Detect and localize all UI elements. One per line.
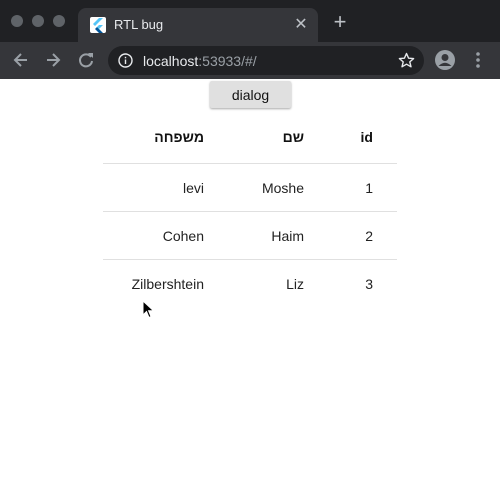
profile-avatar-icon[interactable] xyxy=(434,49,456,71)
column-header-name[interactable]: שם xyxy=(283,111,304,163)
address-bar[interactable]: localhost:53933/#/ xyxy=(108,46,424,75)
cell-name: Haim xyxy=(271,227,304,244)
forward-arrow-icon[interactable] xyxy=(42,49,64,71)
tab-close-icon[interactable]: ✕ xyxy=(292,16,310,34)
cell-name: Moshe xyxy=(261,179,304,196)
cell-name: Liz xyxy=(286,276,304,292)
browser-tab-active[interactable]: RTL bug ✕ xyxy=(78,8,318,42)
table-row[interactable]: 2 Haim Cohen xyxy=(103,212,397,260)
reload-icon[interactable] xyxy=(75,49,97,71)
browser-toolbar: localhost:53933/#/ xyxy=(0,42,500,79)
url-text[interactable]: localhost:53933/#/ xyxy=(143,53,257,69)
column-header-id[interactable]: id xyxy=(361,111,373,163)
cell-family: Cohen xyxy=(162,227,204,244)
table-header-row: id שם משפחה xyxy=(103,111,397,164)
url-host: localhost xyxy=(143,53,199,69)
mouse-cursor-icon xyxy=(142,299,156,320)
column-header-family[interactable]: משפחה xyxy=(154,111,204,163)
cell-id: 3 xyxy=(365,276,373,292)
cell-id: 1 xyxy=(365,179,373,196)
bookmark-star-icon[interactable] xyxy=(398,52,415,69)
back-arrow-icon[interactable] xyxy=(10,49,32,71)
tab-title: RTL bug xyxy=(114,17,164,32)
table-row[interactable]: 1 Moshe levi xyxy=(103,164,397,212)
minimize-window-button[interactable] xyxy=(32,15,44,27)
browser-tabstrip: RTL bug ✕ + xyxy=(0,0,500,42)
cell-family: levi xyxy=(182,179,204,196)
cell-id: 2 xyxy=(365,227,373,244)
more-menu-icon[interactable] xyxy=(470,49,486,71)
new-tab-button[interactable]: + xyxy=(330,11,350,33)
data-table: id שם משפחה 1 Moshe levi 2 Haim Cohen 3 … xyxy=(103,111,397,308)
url-path: :53933/#/ xyxy=(198,53,257,69)
page-content: dialog id שם משפחה 1 Moshe levi 2 Haim C… xyxy=(0,79,500,498)
info-icon[interactable] xyxy=(118,53,133,68)
zoom-window-button[interactable] xyxy=(53,15,65,27)
dialog-button[interactable]: dialog xyxy=(210,81,291,108)
close-window-button[interactable] xyxy=(11,15,23,27)
flutter-favicon-icon xyxy=(90,17,106,33)
